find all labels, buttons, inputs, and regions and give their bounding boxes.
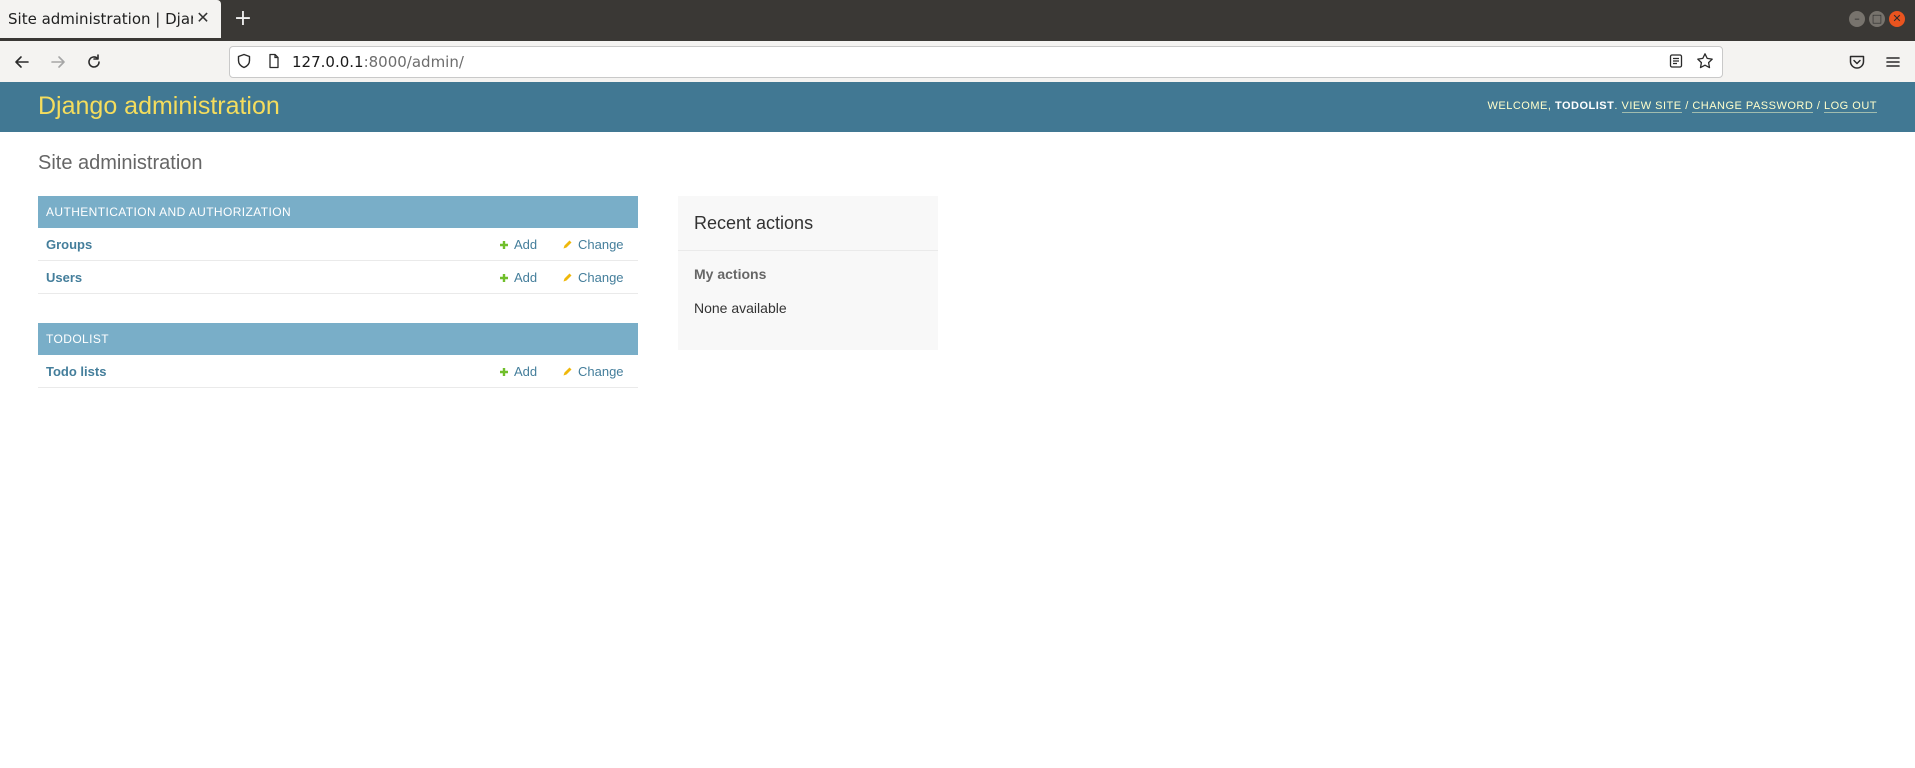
- browser-navbar: 127.0.0.1:8000/admin/: [0, 41, 1915, 83]
- minimize-icon[interactable]: –: [1849, 11, 1865, 27]
- app-module-auth: Authentication and Authorization Groups …: [38, 196, 638, 294]
- browser-tab[interactable]: Site administration | Django ✕: [0, 0, 221, 38]
- add-users-link[interactable]: Add: [499, 270, 537, 285]
- shield-icon[interactable]: [236, 53, 252, 73]
- page-info-icon[interactable]: [266, 53, 282, 73]
- page-title: Site administration: [38, 152, 203, 174]
- change-label: Change: [578, 270, 624, 285]
- model-link-groups[interactable]: Groups: [46, 237, 92, 252]
- back-icon[interactable]: [9, 49, 35, 75]
- pencil-icon: [563, 273, 572, 282]
- model-link-users[interactable]: Users: [46, 270, 82, 285]
- log-out-link[interactable]: LOG OUT: [1823, 100, 1877, 113]
- maximize-icon[interactable]: □: [1869, 11, 1885, 27]
- pencil-icon: [563, 240, 572, 249]
- recent-actions-title: Recent actions: [694, 213, 814, 233]
- add-label: Add: [514, 364, 538, 379]
- empty-actions-text: None available: [694, 300, 787, 316]
- welcome-text: WELCOME,: [1487, 100, 1552, 112]
- site-branding[interactable]: Django administration: [38, 92, 280, 121]
- url-path: :8000/admin/: [363, 53, 464, 71]
- separator: /: [1685, 100, 1689, 112]
- admin-header: Django administration WELCOME, TODOLIST.…: [0, 82, 1915, 132]
- window-controls: – □ ✕: [1849, 11, 1905, 27]
- change-groups-link[interactable]: Change: [562, 237, 624, 252]
- model-row-todo-lists: Todo lists Add Change: [38, 355, 638, 388]
- module-caption[interactable]: Todolist: [38, 323, 638, 355]
- divider: [678, 250, 938, 251]
- browser-titlebar: Site administration | Django ✕ + – □ ✕: [0, 0, 1915, 41]
- model-row-users: Users Add Change: [38, 261, 638, 294]
- forward-icon[interactable]: [45, 49, 71, 75]
- change-password-link[interactable]: CHANGE PASSWORD: [1692, 100, 1814, 113]
- module-caption[interactable]: Authentication and Authorization: [38, 196, 638, 228]
- reload-icon[interactable]: [81, 49, 107, 75]
- user-tools: WELCOME, TODOLIST. VIEW SITE / CHANGE PA…: [1487, 100, 1877, 113]
- change-users-link[interactable]: Change: [562, 270, 624, 285]
- change-label: Change: [578, 237, 624, 252]
- bookmark-star-icon[interactable]: [1696, 52, 1714, 74]
- plus-icon: [500, 240, 508, 249]
- menu-icon[interactable]: [1880, 49, 1906, 75]
- new-tab-icon[interactable]: +: [232, 8, 254, 30]
- app-module-todolist: Todolist Todo lists Add Change: [38, 323, 638, 388]
- model-link-todo-lists[interactable]: Todo lists: [46, 364, 106, 379]
- view-site-link[interactable]: VIEW SITE: [1621, 100, 1682, 113]
- add-label: Add: [514, 237, 538, 252]
- pencil-icon: [563, 367, 572, 376]
- address-bar[interactable]: 127.0.0.1:8000/admin/: [229, 46, 1723, 78]
- url-text[interactable]: 127.0.0.1:8000/admin/: [292, 53, 464, 71]
- plus-icon: [500, 367, 508, 376]
- add-label: Add: [514, 270, 538, 285]
- tab-close-icon[interactable]: ✕: [195, 10, 211, 26]
- username: TODOLIST: [1554, 100, 1615, 112]
- reader-mode-icon[interactable]: [1668, 53, 1684, 73]
- my-actions-heading: My actions: [694, 266, 767, 282]
- change-label: Change: [578, 364, 624, 379]
- change-todo-lists-link[interactable]: Change: [562, 364, 624, 379]
- plus-icon: [500, 273, 508, 282]
- pocket-icon[interactable]: [1844, 49, 1870, 75]
- add-groups-link[interactable]: Add: [499, 237, 537, 252]
- recent-actions-panel: Recent actions My actions None available: [678, 196, 938, 350]
- model-row-groups: Groups Add Change: [38, 228, 638, 261]
- window-close-icon[interactable]: ✕: [1889, 11, 1905, 27]
- separator: /: [1816, 100, 1821, 112]
- url-host: 127.0.0.1: [292, 53, 364, 71]
- tab-title: Site administration | Django: [8, 10, 193, 28]
- add-todo-lists-link[interactable]: Add: [499, 364, 537, 379]
